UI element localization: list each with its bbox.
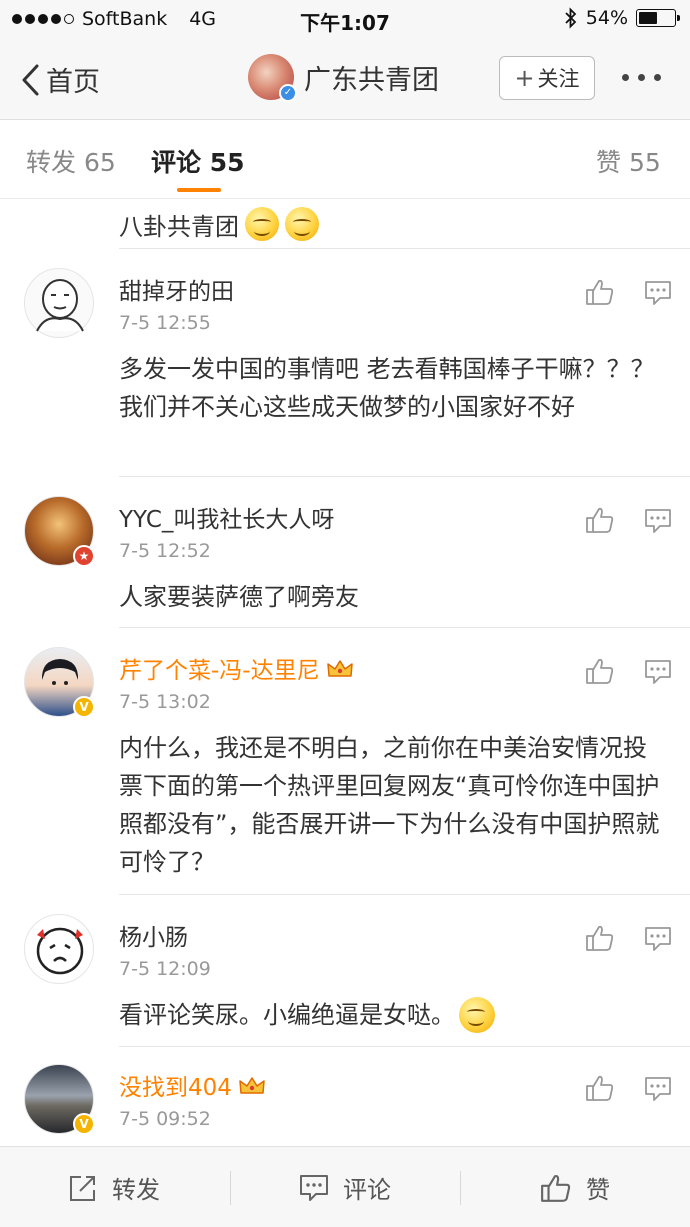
comment-author-label: 芹了个菜-冯-达里尼 (119, 658, 320, 684)
vip-crown-icon (326, 660, 353, 677)
comment-author-label: 没找到404 (119, 1075, 232, 1101)
comment-icon (300, 1174, 328, 1201)
account-name: 广东共青团 (304, 64, 439, 96)
avatar[interactable]: V (24, 1064, 95, 1135)
comment-author[interactable]: 杨小肠 (119, 918, 188, 952)
status-right: 54% (564, 7, 680, 29)
comment-button[interactable]: 评论 (299, 1147, 391, 1227)
comment-item: V 芹了个菜-冯-达里尼 7-5 13:02 内什么，我还是不明白，之前你在中美… (0, 647, 690, 877)
avatar[interactable]: V (24, 647, 95, 718)
comment-text: 人家要装萨德了啊旁友 (119, 583, 359, 611)
avatar[interactable] (24, 914, 94, 984)
tab-likes[interactable]: 赞 55 (596, 143, 661, 179)
verified-badge-icon: V (73, 696, 95, 718)
comment-time: 7-5 09:52 (119, 1108, 211, 1130)
comment-text: 内什么，我还是不明白，之前你在中美治安情况投票下面的第一个热评里回复网友“真可怜… (119, 734, 660, 876)
reply-comment-icon[interactable] (644, 926, 672, 952)
status-bar: SoftBank 4G 下午1:07 54% (0, 0, 690, 40)
partial-comment-text: 八卦共青团 (119, 212, 239, 241)
battery-percent: 54% (585, 7, 628, 29)
comment-time: 7-5 12:55 (119, 312, 211, 334)
follow-button[interactable]: + 关注 (499, 56, 595, 100)
bluetooth-icon (565, 7, 577, 29)
thumbs-up-icon[interactable] (585, 924, 615, 952)
bottom-action-bar: 转发 评论 赞 (0, 1146, 690, 1227)
comment-item: V 没找到404 7-5 09:52 (0, 1064, 690, 1146)
repost-button[interactable]: 转发 (68, 1147, 160, 1227)
thumbs-up-icon[interactable] (585, 1074, 615, 1102)
comment-text-row: 看评论笑尿。小编绝逼是女哒。 (119, 996, 664, 1034)
verified-badge-icon: ★ (73, 545, 95, 567)
comment-author[interactable]: 甜掉牙的田 (119, 272, 234, 306)
thumbs-up-icon[interactable] (585, 657, 615, 685)
comment-text: 多发一发中国的事情吧 老去看韩国棒子干嘛？？？我们并不关心这些成天做梦的小国家好… (119, 355, 655, 421)
repost-icon (70, 1175, 95, 1201)
active-tab-indicator (177, 188, 221, 192)
divider (119, 894, 690, 895)
separator (460, 1171, 461, 1205)
comment-time: 7-5 12:09 (119, 958, 211, 980)
reply-comment-icon[interactable] (644, 508, 672, 534)
chevron-left-icon (22, 64, 39, 95)
comment-author[interactable]: 芹了个菜-冯-达里尼 (119, 651, 354, 685)
comment-item: ★ YYC_叫我社长大人呀 7-5 12:52 人家要装萨德了啊旁友 (0, 496, 690, 626)
battery-icon (636, 9, 680, 27)
comment-time: 7-5 13:02 (119, 691, 211, 713)
vip-crown-icon (239, 1077, 265, 1094)
comment-author[interactable]: YYC_叫我社长大人呀 (119, 500, 334, 534)
verified-badge-icon: V (73, 1113, 95, 1135)
smile-emoji-icon (245, 207, 279, 241)
partial-comment: 八卦共青团 (119, 200, 319, 248)
like-button[interactable]: 赞 (540, 1147, 610, 1227)
back-label: 首页 (46, 67, 100, 98)
comment-item: 甜掉牙的田 7-5 12:55 多发一发中国的事情吧 老去看韩国棒子干嘛？？？我… (0, 268, 690, 458)
avatar[interactable]: ★ (24, 496, 95, 567)
separator (230, 1171, 231, 1205)
divider (119, 476, 690, 477)
thumbs-up-icon[interactable] (585, 506, 615, 534)
tab-bar: 转发 65 评论 55 赞 55 (0, 121, 690, 199)
like-label: 赞 (586, 1176, 610, 1204)
repost-label: 转发 (112, 1176, 160, 1204)
tab-repost[interactable]: 转发 65 (26, 143, 116, 179)
grin-emoji-icon (459, 997, 495, 1033)
comment-item: 杨小肠 7-5 12:09 看评论笑尿。小编绝逼是女哒。 (0, 914, 690, 1034)
reply-comment-icon[interactable] (644, 659, 672, 685)
avatar[interactable] (24, 268, 94, 338)
thumbs-up-icon (541, 1174, 571, 1202)
tab-comments[interactable]: 评论 55 (151, 143, 245, 179)
thumbs-up-icon[interactable] (585, 278, 615, 306)
account-avatar: ✓ (248, 54, 297, 102)
plus-icon: + (514, 64, 535, 92)
reply-comment-icon[interactable] (644, 280, 672, 306)
smile-emoji-icon (285, 207, 319, 241)
reply-comment-icon[interactable] (644, 1076, 672, 1102)
comment-text: 看评论笑尿。小编绝逼是女哒。 (119, 1001, 455, 1029)
comment-list[interactable]: 八卦共青团 甜掉牙的田 7-5 12:55 多发一发中国的事情吧 老去看韩国棒子… (0, 200, 690, 1146)
divider (119, 1046, 690, 1047)
divider (119, 248, 690, 249)
comment-label: 评论 (343, 1176, 391, 1204)
comment-author[interactable]: 没找到404 (119, 1068, 266, 1102)
nav-title[interactable]: ✓ 广东共青团 (248, 54, 439, 102)
follow-label: 关注 (537, 67, 580, 91)
verified-badge-icon: ✓ (279, 84, 297, 102)
more-options-icon[interactable] (622, 74, 661, 81)
divider (119, 627, 690, 628)
comment-time: 7-5 12:52 (119, 540, 211, 562)
nav-bar: 首页 ✓ 广东共青团 + 关注 (0, 40, 690, 120)
back-button[interactable]: 首页 (20, 60, 100, 99)
